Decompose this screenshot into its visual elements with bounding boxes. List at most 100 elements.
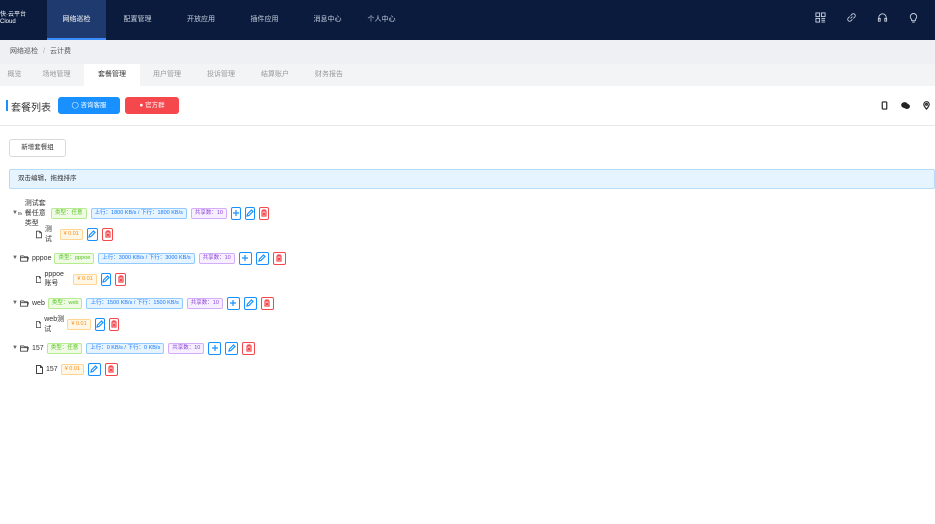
add-package-button[interactable] — [238, 251, 252, 265]
tree-package-row[interactable]: 157 ¥ 0.01 — [36, 362, 122, 376]
edit-icon — [102, 275, 110, 283]
tree-group-row[interactable]: ▼ web 类型：web 上行：1500 KB/s / 下行：1500 KB/s… — [12, 296, 278, 310]
caret-down-icon[interactable]: ▼ — [12, 255, 20, 261]
tab-complaint-management[interactable]: 投诉管理 — [194, 64, 248, 86]
caret-down-icon[interactable]: ▼ — [12, 300, 20, 306]
edit-package-button[interactable] — [100, 272, 112, 286]
nav-network-inspection[interactable]: 网络巡检 — [47, 0, 106, 40]
trash-icon — [105, 230, 111, 238]
add-package-group-button[interactable]: 新增套餐组 — [9, 139, 66, 157]
plus-icon — [230, 300, 237, 306]
nav-config-management[interactable]: 配置管理 — [106, 0, 169, 40]
brand-logo[interactable]: 快·云平台 Cloud — [0, 12, 26, 26]
edit-package-button[interactable] — [94, 317, 105, 331]
wechat-icon[interactable] — [901, 101, 910, 110]
price-tag: ¥ 0.01 — [67, 318, 91, 330]
sub-tabs: 概览 场地管理 套餐管理 用户管理 投诉管理 结算账户 财务报告 — [0, 64, 935, 86]
edit-icon — [95, 320, 104, 328]
add-package-button[interactable] — [208, 341, 222, 355]
edit-package-button[interactable] — [87, 362, 101, 376]
tree-package-row[interactable]: 测试 ¥ 0.01 — [36, 224, 117, 244]
package-name[interactable]: 157 — [46, 366, 58, 373]
group-name[interactable]: web — [32, 300, 45, 307]
plus-icon — [232, 210, 239, 216]
tree-group-row[interactable]: ▼ pppoe 类型：pppoe 上行：3000 KB/s / 下行：3000 … — [12, 251, 290, 265]
phone-icon[interactable] — [880, 101, 889, 110]
link-icon[interactable] — [846, 12, 857, 23]
file-icon — [36, 275, 42, 284]
edit-group-button[interactable] — [243, 296, 257, 310]
edit-group-button[interactable] — [244, 206, 255, 220]
tree-package-row[interactable]: pppoe账号 ¥ 0.01 — [36, 271, 130, 288]
folder-open-icon — [20, 344, 29, 352]
tab-overview[interactable]: 概览 — [0, 64, 29, 86]
type-tag: 类型：web — [47, 297, 83, 309]
tab-user-management[interactable]: 用户管理 — [140, 64, 194, 86]
package-name[interactable]: 测试 — [45, 224, 57, 244]
folder-open-icon — [20, 254, 29, 262]
add-package-button[interactable] — [226, 296, 240, 310]
headset-icon[interactable] — [877, 12, 888, 23]
top-navigation-bar: 快·云平台 Cloud 网络巡检 配置管理 开放应用 插件应用 消息中心 个人中… — [0, 0, 935, 40]
delete-group-button[interactable] — [258, 206, 269, 220]
tab-package-management[interactable]: 套餐管理 — [84, 64, 140, 86]
delete-group-button[interactable] — [260, 296, 274, 310]
delete-group-button[interactable] — [242, 341, 256, 355]
speed-tag: 上行：0 KB/s / 下行：0 KB/s — [86, 342, 165, 354]
chat-icon: ◯ — [71, 102, 79, 109]
plus-icon — [211, 345, 218, 351]
share-count-tag: 共享数：10 — [190, 207, 227, 219]
tree-package-row[interactable]: web测试 ¥ 0.01 — [36, 314, 123, 334]
list-header: 套餐列表 ◯ 咨询客服 ● 官方群 — [0, 86, 935, 126]
trash-icon — [246, 344, 252, 352]
delete-package-button[interactable] — [102, 227, 114, 241]
nav-plugin-apps[interactable]: 插件应用 — [233, 0, 296, 40]
breadcrumb-separator: / — [43, 48, 45, 55]
delete-package-button[interactable] — [108, 317, 120, 331]
group-name[interactable]: 157 — [32, 345, 44, 352]
official-group-label: 官方群 — [145, 102, 165, 109]
tab-financial-report[interactable]: 财务报告 — [302, 64, 356, 86]
tree-group-row[interactable]: ▼ 157 类型：任意 上行：0 KB/s / 下行：0 KB/s 共享数：10 — [12, 341, 259, 355]
edit-group-button[interactable] — [225, 341, 239, 355]
edit-icon — [258, 254, 267, 262]
package-name[interactable]: pppoe账号 — [44, 271, 70, 288]
share-count-tag: 共享数：10 — [198, 252, 235, 264]
package-name[interactable]: web测试 — [44, 314, 64, 334]
official-group-button[interactable]: ● 官方群 — [125, 97, 179, 114]
type-tag: 类型：pppoe — [54, 252, 95, 264]
nav-open-apps[interactable]: 开放应用 — [169, 0, 233, 40]
tab-venue-management[interactable]: 场地管理 — [29, 64, 84, 86]
group-name[interactable]: pppoe — [32, 255, 51, 262]
breadcrumb: 网络巡检 / 云计费 — [0, 40, 935, 64]
nav-message-center[interactable]: 消息中心 — [296, 0, 359, 40]
delete-group-button[interactable] — [272, 251, 286, 265]
speed-tag: 上行：1800 KB/s / 下行：1800 KB/s — [90, 207, 187, 219]
grid-icon[interactable] — [815, 12, 826, 23]
consult-support-button[interactable]: ◯ 咨询客服 — [58, 97, 120, 114]
trash-icon — [111, 320, 117, 328]
nav-personal-center[interactable]: 个人中心 — [359, 0, 404, 40]
speed-tag: 上行：3000 KB/s / 下行：3000 KB/s — [98, 252, 195, 264]
location-icon[interactable] — [922, 101, 931, 110]
bulb-icon[interactable] — [908, 12, 919, 23]
price-tag: ¥ 0.01 — [73, 273, 97, 285]
delete-package-button[interactable] — [104, 362, 118, 376]
brand-subtitle: Cloud — [0, 19, 16, 25]
tab-settlement-account[interactable]: 结算账户 — [248, 64, 302, 86]
type-tag: 类型：任意 — [51, 207, 87, 219]
delete-package-button[interactable] — [115, 272, 126, 286]
price-tag: ¥ 0.01 — [59, 228, 83, 240]
main-nav: 网络巡检 配置管理 开放应用 插件应用 消息中心 个人中心 — [47, 0, 404, 40]
edit-icon — [246, 299, 255, 307]
tree-group-row[interactable]: ▼ 测试套餐任意类型 类型：任意 上行：1800 KB/s / 下行：1800 … — [12, 200, 273, 227]
edit-package-button[interactable] — [86, 227, 99, 241]
hint-banner: 双击编辑，拖拽排序 — [9, 169, 935, 189]
breadcrumb-cloud-billing: 云计费 — [49, 48, 71, 55]
edit-group-button[interactable] — [255, 251, 269, 265]
breadcrumb-network-inspection[interactable]: 网络巡检 — [10, 48, 38, 55]
add-package-button[interactable] — [230, 206, 241, 220]
trash-icon — [264, 299, 271, 307]
trash-icon — [261, 209, 267, 217]
caret-down-icon[interactable]: ▼ — [12, 345, 20, 351]
